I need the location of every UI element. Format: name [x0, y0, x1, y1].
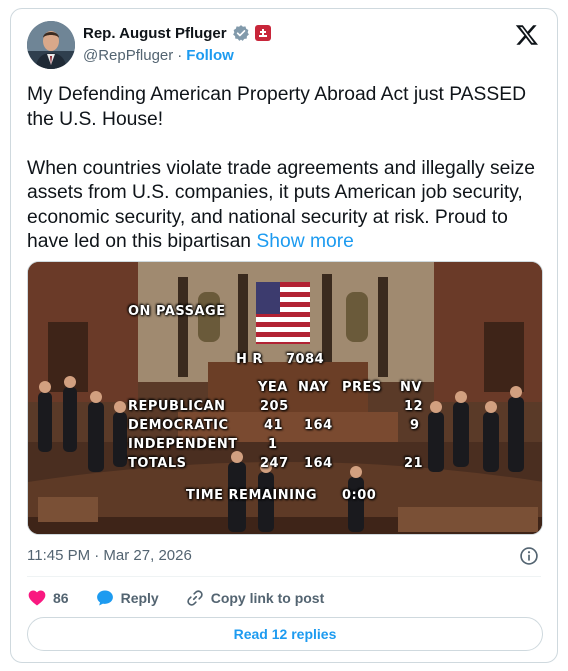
heart-icon [28, 590, 46, 606]
tweet-body: My Defending American Property Abroad Ac… [27, 84, 536, 252]
time-remaining-label: TIME REMAINING [186, 488, 318, 503]
avatar[interactable] [27, 21, 75, 69]
row-yea: 247 [260, 456, 289, 471]
row-party: INDEPENDENT [128, 437, 238, 452]
like-count: 86 [53, 590, 69, 606]
read-replies-button[interactable]: Read 12 replies [27, 617, 543, 651]
row-nay: 164 [304, 418, 333, 433]
row-party: REPUBLICAN [128, 399, 226, 414]
bill-number: 7084 [286, 352, 325, 367]
row-party: TOTALS [128, 456, 187, 471]
reply-label: Reply [120, 590, 159, 606]
x-logo-icon[interactable] [515, 23, 539, 47]
like-button[interactable]: 86 [27, 588, 69, 608]
row-nv: 12 [404, 399, 424, 414]
follow-button[interactable]: Follow [186, 47, 234, 64]
info-icon[interactable] [519, 546, 539, 566]
row-nay: 164 [304, 456, 333, 471]
col-nay: NAY [298, 380, 329, 395]
avatar-photo [27, 21, 75, 69]
tweet-timestamp[interactable]: 11:45 PM · Mar 27, 2026 [27, 547, 192, 564]
copy-link-label: Copy link to post [210, 590, 325, 606]
government-badge-icon [254, 25, 271, 41]
tweet-card: Rep. August Pfluger @RepPfluger · Follow… [10, 8, 558, 663]
author-handle-row: @RepPfluger · Follow [83, 47, 234, 64]
row-yea: 1 [268, 437, 278, 452]
vote-heading: ON PASSAGE [128, 304, 226, 319]
col-pres: PRES [342, 380, 382, 395]
verified-badge-icon [232, 25, 249, 41]
reply-button[interactable]: Reply [95, 588, 159, 608]
separator: · [177, 47, 183, 64]
action-bar: 86 Reply Copy link to post [27, 587, 350, 609]
author-name-row: Rep. August Pfluger [83, 24, 271, 42]
reply-bubble-icon [96, 590, 113, 606]
american-flag [256, 282, 310, 344]
tweet-media-image[interactable]: ON PASSAGE H R 7084 YEA NAY PRES NV REPU… [27, 261, 543, 535]
author-display-name[interactable]: Rep. August Pfluger [83, 25, 227, 42]
divider [27, 576, 541, 577]
link-icon [186, 590, 203, 606]
row-nv: 21 [404, 456, 424, 471]
row-yea: 205 [260, 399, 289, 414]
row-party: DEMOCRATIC [128, 418, 229, 433]
bill-label: H R [236, 352, 263, 367]
tweet-text: My Defending American Property Abroad Ac… [27, 83, 547, 255]
col-yea: YEA [258, 380, 288, 395]
show-more-link[interactable]: Show more [256, 231, 354, 252]
copy-link-button[interactable]: Copy link to post [185, 588, 325, 608]
row-nv: 9 [410, 418, 420, 433]
time-remaining-value: 0:00 [342, 488, 377, 503]
author-handle[interactable]: @RepPfluger [83, 47, 173, 64]
row-yea: 41 [264, 418, 284, 433]
col-nv: NV [400, 380, 422, 395]
